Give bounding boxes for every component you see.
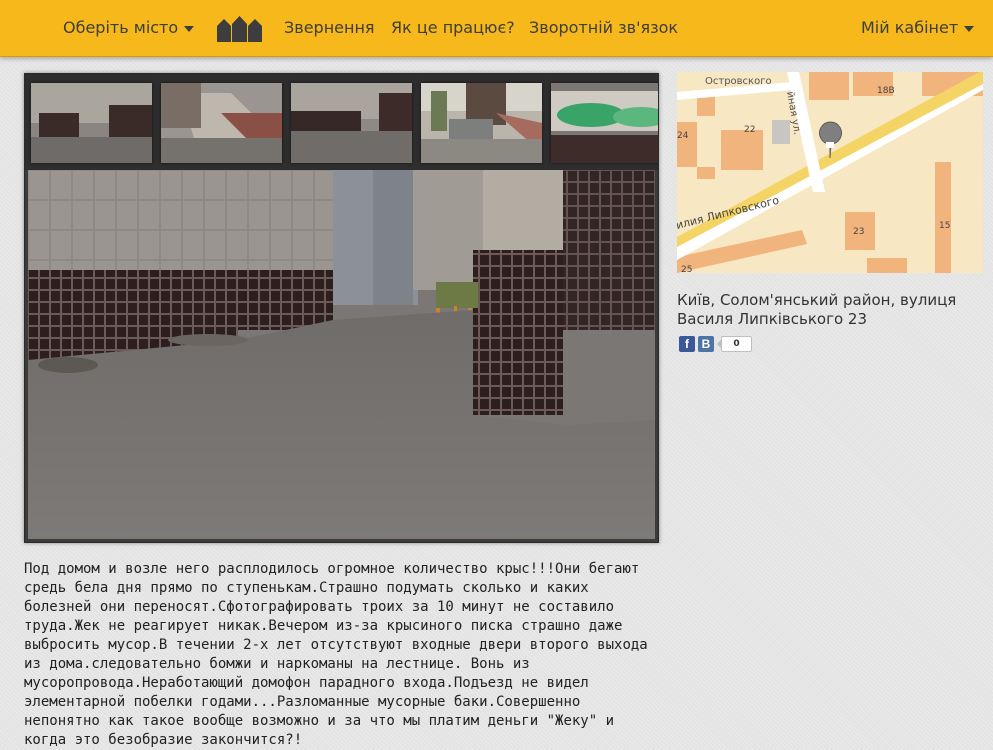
map-label-15: 15 [939, 221, 950, 231]
map-label-18v: 18В [877, 86, 895, 96]
city-dropdown-label: Оберіть місто [63, 18, 179, 37]
chevron-down-icon [964, 25, 975, 32]
map-label-24: 24 [677, 131, 689, 141]
address-text: Київ, Солом'янський район, вулиця Василя… [677, 291, 957, 328]
gallery-thumbnail[interactable] [421, 83, 542, 163]
top-nav: Оберіть місто Звернення Як це працює? Зв… [0, 0, 993, 57]
thumbnail-strip [25, 74, 658, 170]
cabinet-dropdown[interactable]: Мій кабінет [861, 0, 975, 56]
location-map[interactable]: Островского йная ул. илия Липковского 18… [677, 72, 983, 273]
map-label-street-top: Островского [705, 76, 772, 87]
gallery-thumbnail[interactable] [291, 83, 412, 163]
nav-appeals-link[interactable]: Звернення [284, 0, 375, 56]
map-label-25: 25 [681, 265, 692, 273]
chevron-down-icon [184, 25, 195, 32]
cabinet-dropdown-label: Мій кабінет [861, 18, 959, 37]
facebook-share-icon[interactable]: f [679, 336, 695, 352]
share-count: 0 [717, 336, 752, 352]
nav-feedback-link[interactable]: Зворотній зв'язок [529, 0, 678, 56]
houses-logo-icon[interactable] [217, 15, 262, 42]
gallery-thumbnail[interactable] [31, 83, 152, 163]
problem-description: Под домом и возле него расплодилось огро… [24, 561, 648, 748]
gallery-thumbnail[interactable] [161, 83, 282, 163]
map-label-22: 22 [744, 125, 755, 135]
gallery-thumbnail[interactable] [551, 83, 658, 163]
city-dropdown[interactable]: Оберіть місто [63, 0, 195, 56]
map-label-23: 23 [853, 227, 864, 237]
main-photo[interactable] [28, 170, 655, 539]
nav-how-it-works-link[interactable]: Як це працює? [391, 0, 515, 56]
photo-gallery [24, 73, 659, 543]
vk-share-icon[interactable]: B [698, 336, 714, 352]
